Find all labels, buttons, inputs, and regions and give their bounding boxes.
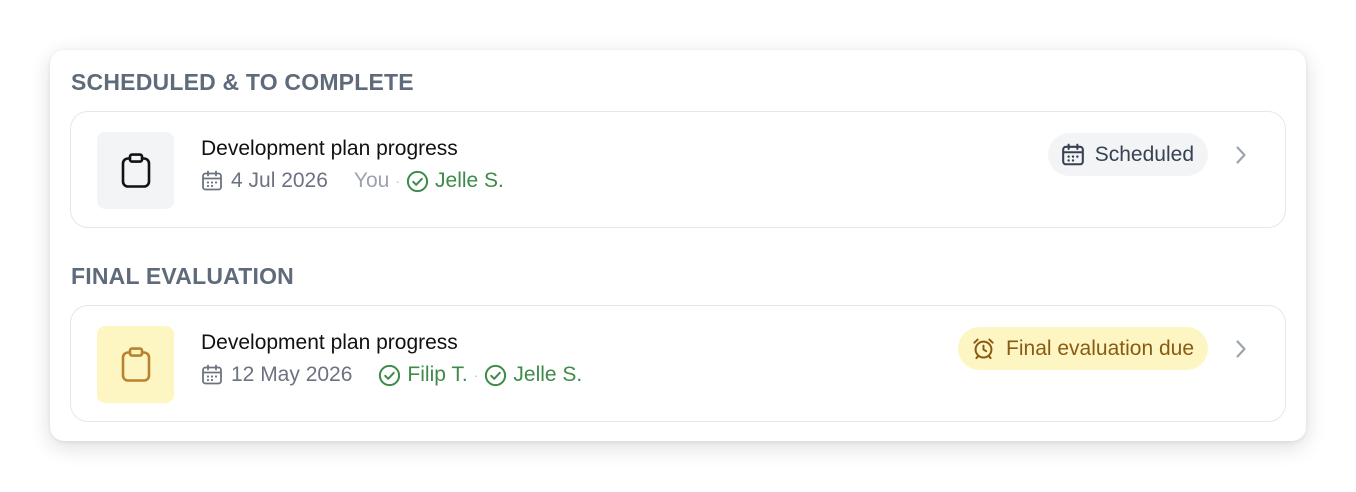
clipboard-icon	[119, 152, 153, 189]
card-date: 12 May 2026	[231, 363, 353, 386]
participant-name: Jelle S.	[513, 363, 583, 386]
section-title-scheduled: SCHEDULED & TO COMPLETE	[71, 69, 414, 95]
card-tile	[97, 132, 174, 209]
assessments-panel: SCHEDULED & TO COMPLETE Development plan…	[50, 50, 1306, 441]
card-title: Development plan progress	[201, 331, 458, 354]
calendar-icon	[201, 364, 223, 386]
calendar-icon	[1061, 143, 1085, 167]
card-meta: 4 Jul 2026 You · Jelle S.	[201, 168, 504, 194]
separator-dot: ·	[395, 173, 401, 189]
card-title: Development plan progress	[201, 137, 458, 160]
clipboard-icon	[119, 346, 153, 383]
assessment-card-scheduled[interactable]: Development plan progress 4 Jul 2026 You…	[70, 111, 1286, 228]
assessment-card-final-evaluation[interactable]: Development plan progress 12 May 2026 Fi…	[70, 305, 1286, 422]
status-badge-label: Final evaluation due	[1006, 336, 1194, 360]
section-title-final-evaluation: FINAL EVALUATION	[71, 263, 294, 289]
card-meta: 12 May 2026 Filip T. · Jelle S.	[201, 362, 582, 388]
status-badge: Final evaluation due	[958, 327, 1208, 370]
check-circle-icon	[406, 170, 429, 193]
chevron-right-icon[interactable]	[1231, 338, 1251, 360]
alarm-clock-icon	[971, 336, 996, 361]
participant-you: You	[353, 169, 390, 192]
chevron-right-icon[interactable]	[1231, 144, 1251, 166]
separator-dot: ·	[473, 367, 479, 383]
card-date: 4 Jul 2026	[231, 169, 328, 192]
status-badge: Scheduled	[1047, 133, 1208, 176]
participant-name: Filip T.	[407, 363, 468, 386]
participant-name: Jelle S.	[435, 169, 504, 192]
check-circle-icon	[484, 364, 507, 387]
check-circle-icon	[378, 364, 401, 387]
status-badge-label: Scheduled	[1094, 142, 1194, 166]
calendar-icon	[201, 170, 223, 192]
card-tile	[97, 326, 174, 403]
